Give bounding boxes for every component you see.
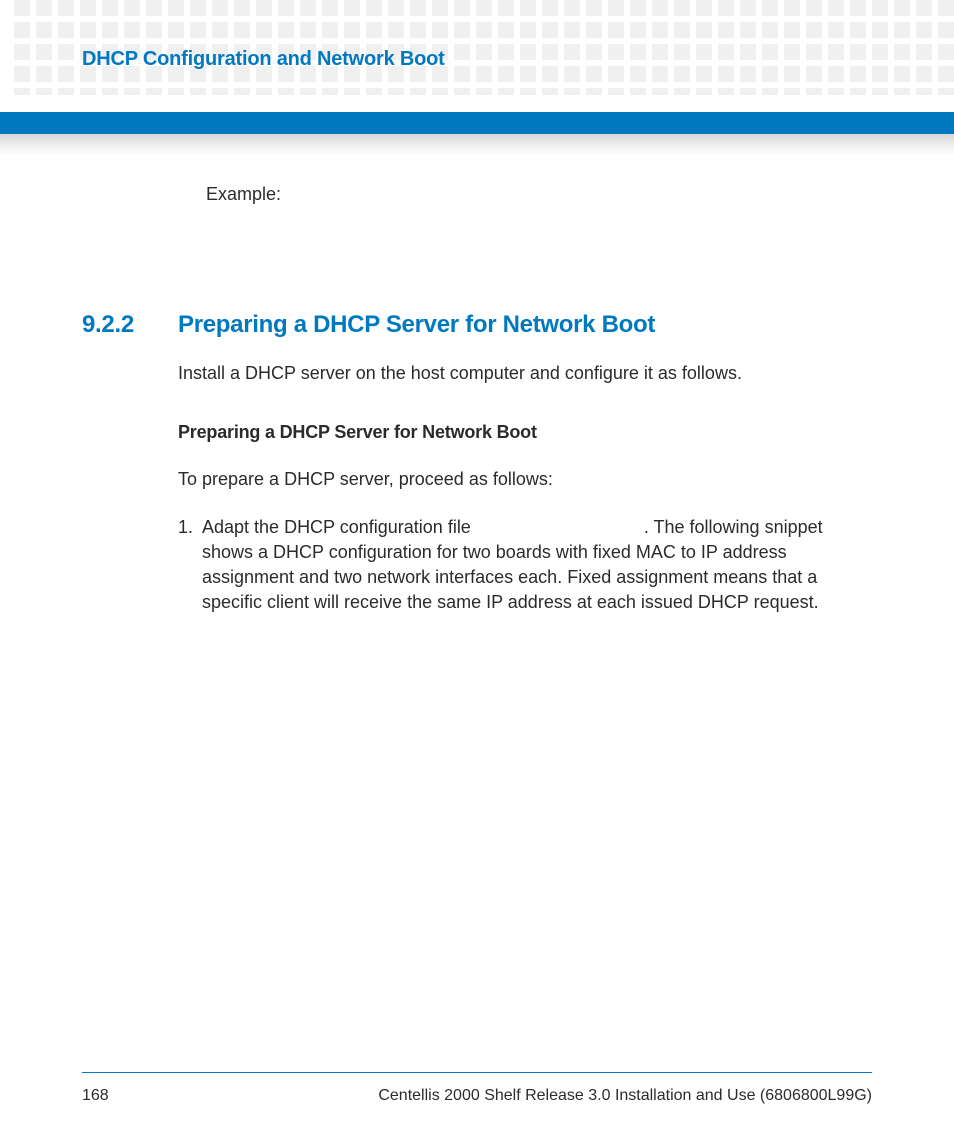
header-blue-rule bbox=[0, 112, 954, 134]
prep-paragraph: To prepare a DHCP server, proceed as fol… bbox=[178, 467, 872, 492]
step-text: Adapt the DHCP configuration file . The … bbox=[202, 515, 872, 616]
step-text-a: Adapt the DHCP configuration file bbox=[202, 517, 476, 537]
sub-heading: Preparing a DHCP Server for Network Boot bbox=[178, 420, 872, 445]
example-label: Example: bbox=[206, 184, 872, 205]
step-number: 1. bbox=[178, 515, 202, 616]
page-content: Example: 9.2.2 Preparing a DHCP Server f… bbox=[82, 184, 872, 615]
step-1: 1. Adapt the DHCP configuration file . T… bbox=[178, 515, 872, 616]
page-footer: 168 Centellis 2000 Shelf Release 3.0 Ins… bbox=[82, 1087, 872, 1105]
section-heading-row: 9.2.2 Preparing a DHCP Server for Networ… bbox=[82, 311, 872, 339]
footer-rule bbox=[82, 1072, 872, 1073]
header-gradient-rule bbox=[0, 134, 954, 156]
intro-paragraph: Install a DHCP server on the host comput… bbox=[178, 361, 872, 386]
section-number: 9.2.2 bbox=[82, 311, 178, 339]
page-number: 168 bbox=[82, 1087, 109, 1105]
footer-doc-title: Centellis 2000 Shelf Release 3.0 Install… bbox=[378, 1087, 872, 1105]
section-title: Preparing a DHCP Server for Network Boot bbox=[178, 311, 655, 339]
running-header: DHCP Configuration and Network Boot bbox=[82, 48, 445, 71]
section-body: Install a DHCP server on the host comput… bbox=[178, 361, 872, 615]
